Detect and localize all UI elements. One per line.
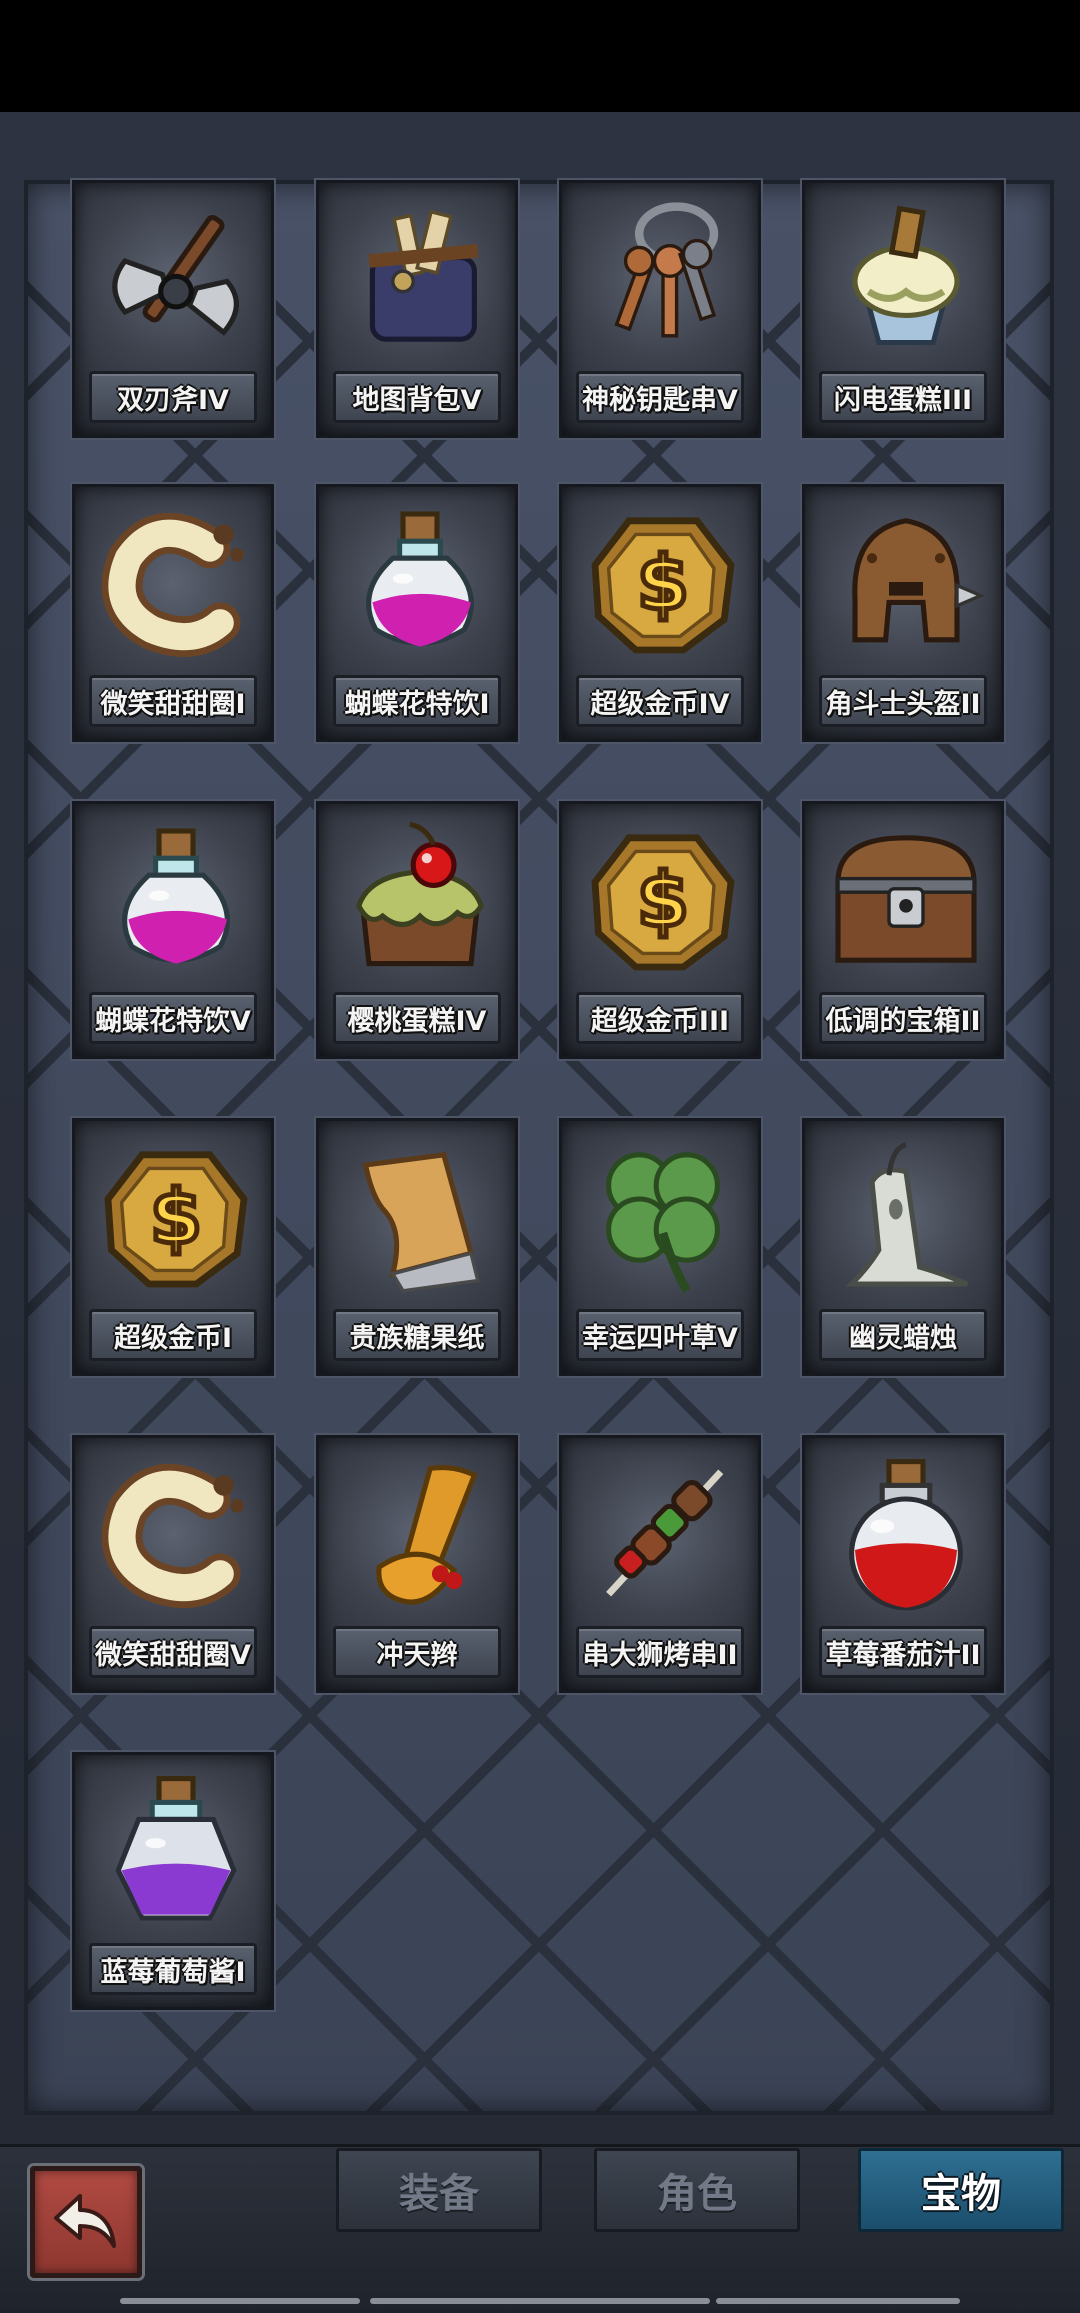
inventory-grid: 双刃斧IV 地图背包V 神秘钥匙串V 闪电蛋糕III 微笑甜甜圈I 蝴蝶花特饮I $ 超级金币… xyxy=(24,180,1054,2115)
treasure-slot[interactable]: 角斗士头盔II xyxy=(802,484,1004,742)
treasure-slot[interactable]: 幽灵蜡烛 xyxy=(802,1118,1004,1376)
treasure-slot[interactable]: $ 超级金币I xyxy=(72,1118,274,1376)
nav-indicator-right xyxy=(716,2298,960,2304)
treasure-label: 微笑甜甜圈V xyxy=(89,1626,257,1678)
map-bag-icon xyxy=(319,183,521,373)
treasure-label: 低调的宝箱II xyxy=(819,992,987,1044)
treasure-label: 超级金币IV xyxy=(576,675,744,727)
status-bar xyxy=(0,0,1080,112)
pink-potion-icon xyxy=(75,804,277,994)
treasure-slot[interactable]: $ 超级金币III xyxy=(559,801,761,1059)
four-leaf-clover-icon xyxy=(562,1121,764,1311)
treasure-label: 樱桃蛋糕IV xyxy=(333,992,501,1044)
treasure-slot[interactable]: 幸运四叶草V xyxy=(559,1118,761,1376)
svg-text:$: $ xyxy=(637,857,689,944)
svg-text:$: $ xyxy=(150,1174,202,1261)
treasure-slot[interactable]: 蝴蝶花特饮V xyxy=(72,801,274,1059)
donut-icon xyxy=(75,1438,277,1628)
candy-wrapper-icon xyxy=(319,1121,521,1311)
treasure-slot[interactable]: $ 超级金币IV xyxy=(559,484,761,742)
pigtail-icon xyxy=(319,1438,521,1628)
gladiator-helmet-icon xyxy=(805,487,1007,677)
treasure-slot[interactable]: 地图背包V xyxy=(316,180,518,438)
treasure-slot[interactable]: 神秘钥匙串V xyxy=(559,180,761,438)
gold-coin-icon: $ xyxy=(562,804,764,994)
treasure-slot[interactable]: 蝴蝶花特饮I xyxy=(316,484,518,742)
treasure-label: 贵族糖果纸 xyxy=(333,1309,501,1361)
treasure-slot[interactable]: 低调的宝箱II xyxy=(802,801,1004,1059)
double-axe-icon xyxy=(75,183,277,373)
treasure-label: 串大狮烤串II xyxy=(576,1626,744,1678)
treasure-slot[interactable]: 微笑甜甜圈I xyxy=(72,484,274,742)
treasure-label: 超级金币III xyxy=(576,992,744,1044)
treasure-label: 幽灵蜡烛 xyxy=(819,1309,987,1361)
treasure-label: 蓝莓葡萄酱I xyxy=(89,1943,257,1995)
treasure-slot[interactable]: 樱桃蛋糕IV xyxy=(316,801,518,1059)
nav-indicator-center xyxy=(370,2298,710,2304)
treasure-slot[interactable]: 双刃斧IV xyxy=(72,180,274,438)
treasure-label: 双刃斧IV xyxy=(89,371,257,423)
treasure-label: 微笑甜甜圈I xyxy=(89,675,257,727)
tab-equipment[interactable]: 装备 xyxy=(336,2148,542,2232)
treasure-label: 神秘钥匙串V xyxy=(576,371,744,423)
svg-text:$: $ xyxy=(637,540,689,627)
gold-coin-icon: $ xyxy=(562,487,764,677)
cherry-cake-icon xyxy=(319,804,521,994)
back-button[interactable] xyxy=(30,2166,142,2278)
treasure-label: 闪电蛋糕III xyxy=(819,371,987,423)
nav-indicator-left xyxy=(120,2298,360,2304)
treasure-label: 角斗士头盔II xyxy=(819,675,987,727)
treasure-label: 幸运四叶草V xyxy=(576,1309,744,1361)
pink-potion-icon xyxy=(319,487,521,677)
kebab-icon xyxy=(562,1438,764,1628)
red-potion-icon xyxy=(805,1438,1007,1628)
treasure-chest-icon xyxy=(805,804,1007,994)
treasure-label: 蝴蝶花特饮V xyxy=(89,992,257,1044)
treasure-label: 草莓番茄汁II xyxy=(819,1626,987,1678)
treasure-slot[interactable]: 串大狮烤串II xyxy=(559,1435,761,1693)
treasure-slot[interactable]: 蓝莓葡萄酱I xyxy=(72,1752,274,2010)
lightning-cake-icon xyxy=(805,183,1007,373)
treasure-slot[interactable]: 冲天辫 xyxy=(316,1435,518,1693)
back-arrow-icon xyxy=(54,2194,116,2248)
tab-characters[interactable]: 角色 xyxy=(594,2148,800,2232)
treasure-label: 冲天辫 xyxy=(333,1626,501,1678)
donut-icon xyxy=(75,487,277,677)
key-ring-icon xyxy=(562,183,764,373)
ghost-candle-icon xyxy=(805,1121,1007,1311)
treasure-label: 地图背包V xyxy=(333,371,501,423)
treasure-label: 蝴蝶花特饮I xyxy=(333,675,501,727)
purple-potion-icon xyxy=(75,1755,277,1945)
treasure-slot[interactable]: 闪电蛋糕III xyxy=(802,180,1004,438)
treasure-label: 超级金币I xyxy=(89,1309,257,1361)
tab-treasures[interactable]: 宝物 xyxy=(858,2148,1064,2232)
treasure-slot[interactable]: 草莓番茄汁II xyxy=(802,1435,1004,1693)
treasure-slot[interactable]: 贵族糖果纸 xyxy=(316,1118,518,1376)
gold-coin-icon: $ xyxy=(75,1121,277,1311)
treasure-slot[interactable]: 微笑甜甜圈V xyxy=(72,1435,274,1693)
